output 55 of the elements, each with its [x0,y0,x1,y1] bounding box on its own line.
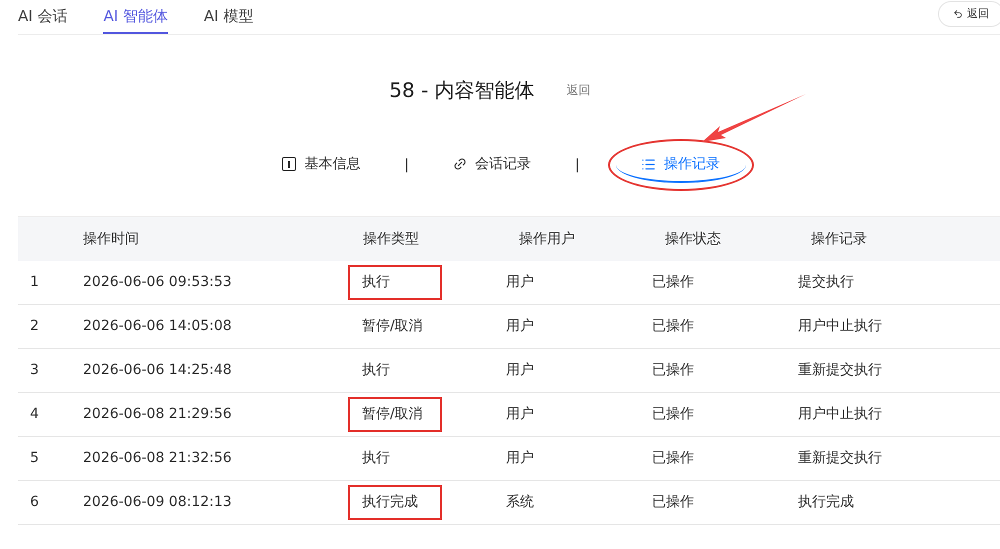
detail-tab[interactable]: 操作记录 [616,147,746,183]
table-cell: 2026-06-08 21:32:56 [83,450,232,466]
table-cell: 用户 [506,274,534,290]
table-cell: 用户 [506,406,534,422]
nav-tab[interactable]: AI 模型 [204,0,254,34]
table-cell: 已操作 [652,494,694,510]
table-cell: 提交执行 [798,274,854,290]
table-cell: 2026-06-09 08:12:13 [83,494,232,510]
table-cell: 6 [30,494,39,510]
detail-tab[interactable]: 基本信息 [274,147,368,183]
table-cell: 重新提交执行 [798,362,882,378]
tab-separator: | [404,156,409,174]
back-link[interactable]: 返回 [566,81,591,99]
info-icon [282,157,296,171]
nav-tab[interactable]: AI 智能体 [103,0,168,34]
table-cell-text: 执行 [361,361,391,380]
column-header: 操作状态 [665,230,722,248]
table-cell: 执行完成 [798,494,854,510]
table-cell: 用户 [506,362,534,378]
table-cell: 暂停/取消 [350,399,440,430]
table-cell: 5 [30,450,39,466]
table-cell: 4 [30,406,39,422]
table-cell: 1 [30,274,39,290]
table-cell: 2026-06-06 09:53:53 [83,274,232,290]
table-cell: 系统 [506,494,534,510]
column-header: 操作类型 [363,230,420,248]
detail-tab[interactable]: 会话记录 [445,147,539,183]
tab-separator: | [575,156,580,174]
column-header: 操作用户 [519,230,576,248]
list-icon [641,156,656,172]
table-cell: 已操作 [652,362,694,378]
page-title: 58 - 内容智能体 [389,77,535,104]
table-cell: 重新提交执行 [798,450,882,466]
table-cell: 执行 [350,267,440,298]
table-cell: 3 [30,362,39,378]
column-header: 操作时间 [83,230,140,248]
table-cell: 2026-06-08 21:29:56 [83,406,232,422]
back-button[interactable]: 返回 [938,1,1000,27]
table-cell: 用户 [506,450,534,466]
table-cell: 2 [30,318,39,334]
nav-tab[interactable]: AI 会话 [18,0,68,34]
table-cell: 2026-06-06 14:05:08 [83,318,232,334]
table-cell: 已操作 [652,406,694,422]
table-cell: 用户中止执行 [798,318,882,334]
table-cell-text: 暂停/取消 [361,317,424,336]
table-cell: 已操作 [652,450,694,466]
column-header: 操作记录 [811,230,868,248]
table-cell: 2026-06-06 14:25:48 [83,362,232,378]
table-cell: 执行完成 [350,487,440,518]
table-cell: 用户 [506,318,534,334]
table-cell: 已操作 [652,274,694,290]
table-cell: 已操作 [652,318,694,334]
table-cell: 用户中止执行 [798,406,882,422]
back-icon [953,9,963,19]
table-cell-text: 执行 [361,449,391,468]
